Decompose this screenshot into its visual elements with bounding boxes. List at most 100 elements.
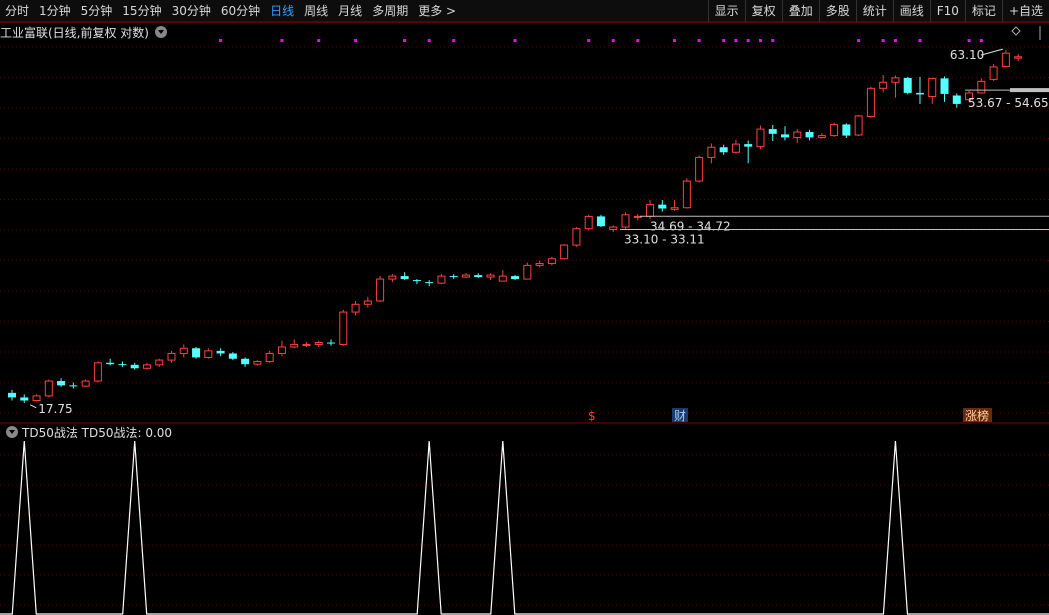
candle-body <box>57 381 66 386</box>
low-arrow <box>30 404 37 409</box>
top-marker-dot <box>697 39 701 42</box>
candle-body <box>241 358 250 365</box>
candle-body <box>20 397 29 401</box>
candle <box>106 358 115 366</box>
candle-body <box>744 144 753 147</box>
top-marker-dot <box>758 39 762 42</box>
candle <box>903 76 912 95</box>
candle-body <box>32 395 41 402</box>
top-marker-dot <box>673 39 677 42</box>
top-marker-dot <box>452 39 456 42</box>
candle <box>707 143 716 164</box>
candle-body <box>81 380 90 387</box>
candle-body <box>940 78 949 94</box>
candle <box>155 358 164 367</box>
candle-body <box>474 275 483 278</box>
candle <box>731 139 740 154</box>
candle <box>314 340 323 347</box>
candle <box>192 346 201 359</box>
top-marker-dot <box>746 39 750 42</box>
candle-body <box>363 300 372 305</box>
range-label: 33.10 - 33.11 <box>624 233 705 247</box>
candle <box>830 122 839 137</box>
top-marker-dot <box>636 39 640 42</box>
event-marker-limitup: 涨榜 <box>965 408 989 423</box>
candle-body <box>817 135 826 138</box>
candle-body <box>707 146 716 158</box>
candle <box>866 86 875 118</box>
indicator-title: TD50战法 TD50战法: 0.00 <box>22 425 173 440</box>
candle <box>179 344 188 358</box>
candle <box>572 227 581 247</box>
top-markers <box>219 39 983 42</box>
candle-body <box>44 380 53 397</box>
candle-body <box>155 359 164 366</box>
candle <box>817 133 826 139</box>
candle-body <box>842 124 851 136</box>
candle <box>130 362 139 370</box>
top-marker-dot <box>280 39 284 42</box>
candle <box>265 350 274 363</box>
candle <box>412 279 421 285</box>
top-marker-dot <box>722 39 726 42</box>
candle-body <box>866 87 875 117</box>
candle <box>461 273 470 279</box>
candle-body <box>376 278 385 302</box>
top-marker-dot <box>881 39 885 42</box>
candle-body <box>658 204 667 209</box>
candle <box>327 339 336 346</box>
candle <box>781 126 790 141</box>
candle <box>425 280 434 287</box>
candle <box>596 214 605 228</box>
event-marker-dividend: $ <box>588 409 596 423</box>
candle <box>658 200 667 212</box>
candle-body <box>290 343 299 348</box>
candle-body <box>167 352 176 361</box>
candle-body <box>596 216 605 227</box>
candle <box>142 362 151 370</box>
candle-body <box>339 311 348 345</box>
range-label: 53.67 - 54.65 <box>968 96 1049 110</box>
candle-body <box>793 131 802 138</box>
candle <box>69 382 78 389</box>
candle-body <box>412 280 421 282</box>
candle-body <box>572 228 581 246</box>
top-marker-dot <box>427 39 431 42</box>
collapse-icon[interactable] <box>6 426 18 438</box>
candle <box>1014 54 1023 62</box>
candle <box>498 270 507 282</box>
candle-body <box>265 352 274 362</box>
candle-body <box>130 364 139 369</box>
candle-body <box>8 392 16 398</box>
candle <box>81 379 90 387</box>
candle-body <box>719 147 728 153</box>
candle <box>1001 50 1010 68</box>
candle-body <box>314 342 323 345</box>
top-marker-dot <box>893 39 897 42</box>
candle-body <box>989 66 998 80</box>
candle <box>523 262 532 280</box>
candle-body <box>756 128 765 148</box>
candle <box>400 272 409 281</box>
candle-body <box>93 362 102 382</box>
candle <box>915 76 924 104</box>
candle <box>277 340 286 357</box>
candle-body <box>952 95 961 104</box>
top-marker-dot <box>967 39 971 42</box>
candle <box>241 357 250 367</box>
candle-body <box>1014 56 1023 59</box>
range-bar <box>1010 88 1049 93</box>
kline-chart[interactable]: 53.67 - 54.65 34.69 - 34.7233.10 - 33.11 6… <box>0 0 1049 615</box>
candle-body <box>204 350 213 358</box>
candle-body <box>498 275 507 282</box>
candle <box>57 378 66 387</box>
candle <box>977 78 986 94</box>
low-label: 17.75 <box>38 402 72 416</box>
candle-body <box>69 385 78 387</box>
candle-body <box>106 362 115 365</box>
annotations: 53.67 - 54.65 34.69 - 34.7233.10 - 33.11 6… <box>30 26 1049 423</box>
candle-body <box>425 282 434 284</box>
candle-body <box>461 274 470 278</box>
candle-body <box>535 262 544 266</box>
candle <box>118 361 127 367</box>
